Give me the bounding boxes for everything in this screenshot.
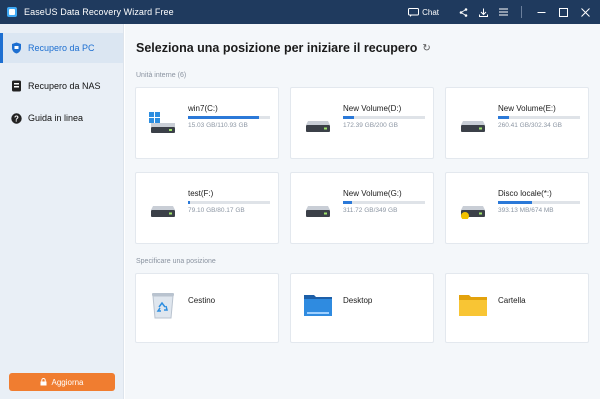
sidebar-item-guida[interactable]: ? Guida in linea — [0, 103, 123, 133]
title-bar: EaseUS Data Recovery Wizard Free Chat — [0, 0, 600, 24]
drive-size: 260.41 GB/302.34 GB — [498, 122, 562, 129]
lock-icon — [40, 378, 47, 386]
svg-text:?: ? — [14, 114, 19, 123]
app-title: EaseUS Data Recovery Wizard Free — [24, 7, 174, 17]
drive-card[interactable]: win7(C:) 15.03 GB/110.93 GB — [135, 87, 279, 159]
drive-size: 15.03 GB/110.93 GB — [188, 122, 248, 129]
sidebar-item-label: Recupero da PC — [28, 43, 95, 53]
drive-usage-bar — [343, 201, 425, 204]
download-icon — [478, 8, 488, 17]
drive-card[interactable]: New Volume(G:) 311.72 GB/349 GB — [290, 172, 434, 244]
upgrade-button[interactable]: Aggiorna — [9, 373, 115, 391]
share-icon — [459, 7, 467, 17]
drive-card[interactable]: test(F:) 79.10 GB/80.17 GB — [135, 172, 279, 244]
drive-name: New Volume(D:) — [343, 104, 402, 113]
chat-icon — [408, 7, 420, 17]
refresh-icon[interactable]: ↻ — [422, 43, 430, 54]
drive-usage-bar — [188, 116, 270, 119]
share-button[interactable] — [453, 0, 473, 24]
location-card-cartella[interactable]: Cartella — [445, 273, 589, 343]
drive-usage-fill — [343, 201, 353, 204]
drive-size: 393.13 MB/674 MB — [498, 207, 554, 214]
location-card-cestino[interactable]: Cestino — [135, 273, 279, 343]
windows-drive-icon — [149, 112, 175, 133]
chat-label: Chat — [422, 7, 439, 17]
location-name: Cartella — [498, 296, 526, 305]
sidebar-item-recupero-pc[interactable]: Recupero da PC — [0, 33, 123, 63]
drive-name: Disco locale(*:) — [498, 189, 552, 198]
help-icon: ? — [10, 112, 22, 124]
sidebar-item-label: Guida in linea — [28, 113, 84, 123]
drive-usage-fill — [498, 201, 533, 204]
drive-size: 311.72 GB/349 GB — [343, 207, 398, 214]
desktop-folder-icon — [304, 295, 332, 316]
location-card-desktop[interactable]: Desktop — [290, 273, 434, 343]
drive-icon — [306, 206, 330, 217]
drive-usage-bar — [498, 201, 580, 204]
sidebar: Recupero da PC Recupero da NAS ? Guida i… — [0, 24, 124, 399]
app-logo-icon — [7, 7, 17, 17]
drive-icon — [461, 121, 485, 132]
close-icon — [580, 7, 590, 17]
sidebar-item-recupero-nas[interactable]: Recupero da NAS — [0, 71, 123, 101]
download-button[interactable] — [473, 0, 493, 24]
locked-drive-icon — [461, 206, 485, 219]
drive-name: New Volume(G:) — [343, 189, 402, 198]
nas-icon — [10, 80, 22, 92]
folder-icon — [459, 295, 487, 316]
drive-icon — [306, 121, 330, 132]
menu-button[interactable] — [493, 0, 513, 24]
drive-name: win7(C:) — [188, 104, 218, 113]
drive-size: 172.39 GB/200 GB — [343, 122, 398, 129]
shield-icon — [10, 42, 22, 54]
drive-card[interactable]: New Volume(E:) 260.41 GB/302.34 GB — [445, 87, 589, 159]
drive-card[interactable]: Disco locale(*:) 393.13 MB/674 MB — [445, 172, 589, 244]
drive-name: test(F:) — [188, 189, 214, 198]
drive-usage-fill — [188, 116, 259, 119]
internal-drives-label: Unità interne (6) — [136, 72, 187, 79]
drive-usage-fill — [343, 116, 355, 119]
minimize-icon — [537, 11, 545, 13]
maximize-button[interactable] — [552, 0, 574, 24]
drive-usage-fill — [188, 201, 190, 204]
drive-usage-fill — [498, 116, 510, 119]
menu-icon — [498, 8, 508, 16]
sidebar-item-label: Recupero da NAS — [28, 81, 101, 91]
minimize-button[interactable] — [530, 0, 552, 24]
chat-button[interactable]: Chat — [408, 0, 439, 24]
close-button[interactable] — [574, 0, 596, 24]
recycle-bin-icon — [152, 293, 174, 319]
main-panel: Seleziona una posizione per iniziare il … — [125, 24, 600, 399]
upgrade-label: Aggiorna — [51, 377, 84, 387]
location-name: Cestino — [188, 296, 216, 305]
drive-size: 79.10 GB/80.17 GB — [188, 207, 245, 214]
page-title: Seleziona una posizione per iniziare il … — [136, 41, 431, 55]
drive-usage-bar — [343, 116, 425, 119]
drive-card[interactable]: New Volume(D:) 172.39 GB/200 GB — [290, 87, 434, 159]
drive-usage-bar — [498, 116, 580, 119]
page-title-text: Seleziona una posizione per iniziare il … — [136, 41, 418, 55]
drive-icon — [151, 206, 175, 217]
drive-name: New Volume(E:) — [498, 104, 556, 113]
active-indicator — [0, 33, 3, 63]
location-name: Desktop — [343, 296, 373, 305]
titlebar-divider — [521, 6, 522, 18]
drive-usage-bar — [188, 201, 270, 204]
specify-location-label: Specificare una posizione — [136, 258, 216, 265]
maximize-icon — [558, 7, 568, 17]
